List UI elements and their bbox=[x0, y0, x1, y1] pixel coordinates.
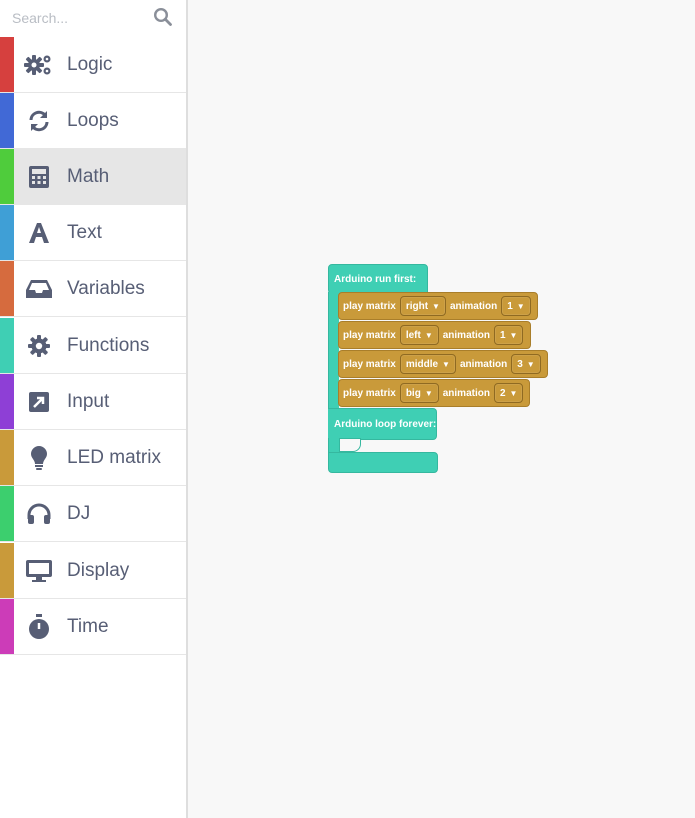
category-label: Variables bbox=[67, 278, 145, 299]
play-matrix-block[interactable]: play matrix left ▼ animation 1 ▼ bbox=[338, 321, 531, 349]
category-label: Functions bbox=[67, 335, 150, 356]
play-matrix-label: play matrix bbox=[343, 387, 396, 399]
caret-down-icon: ▼ bbox=[432, 301, 440, 311]
category-color-bar bbox=[0, 205, 14, 260]
play-matrix-label: play matrix bbox=[343, 300, 396, 312]
caret-down-icon: ▼ bbox=[424, 388, 433, 398]
category-color-bar bbox=[0, 261, 14, 316]
category-math[interactable]: Math bbox=[0, 149, 186, 205]
loop-forever-header[interactable]: Arduino loop forever: bbox=[328, 408, 437, 440]
category-label: Input bbox=[67, 391, 110, 412]
play-matrix-label: play matrix bbox=[343, 358, 396, 370]
matrix-dropdown[interactable]: big ▼ bbox=[399, 383, 439, 403]
block-footer bbox=[328, 452, 438, 473]
category-color-bar bbox=[0, 37, 14, 92]
animation-label: animation bbox=[442, 329, 490, 341]
category-time[interactable]: Time bbox=[0, 599, 186, 655]
caret-down-icon: ▼ bbox=[509, 388, 518, 398]
external-link-icon bbox=[24, 388, 54, 416]
loop-forever-label: Arduino loop forever: bbox=[334, 419, 437, 430]
toolbox-sidebar: Logic Loops Math Text bbox=[0, 0, 188, 818]
category-color-bar bbox=[0, 374, 14, 429]
category-dj[interactable]: DJ bbox=[0, 486, 186, 542]
matrix-dropdown[interactable]: middle ▼ bbox=[399, 354, 456, 374]
matrix-dropdown[interactable]: left ▼ bbox=[399, 325, 439, 345]
category-label: Display bbox=[67, 560, 130, 581]
search-icon[interactable] bbox=[153, 7, 173, 27]
desktop-icon bbox=[24, 557, 54, 585]
sync-icon bbox=[24, 107, 54, 135]
search-box bbox=[0, 0, 186, 37]
caret-down-icon: ▼ bbox=[526, 359, 535, 369]
category-text[interactable]: Text bbox=[0, 205, 186, 261]
play-matrix-label: play matrix bbox=[343, 329, 396, 341]
category-label: Text bbox=[67, 222, 102, 243]
category-input[interactable]: Input bbox=[0, 374, 186, 430]
run-first-label: Arduino run first: bbox=[334, 274, 417, 285]
category-color-bar bbox=[0, 93, 14, 148]
animation-label: animation bbox=[459, 358, 508, 370]
animation-dropdown[interactable]: 1 ▼ bbox=[493, 325, 524, 345]
caret-down-icon: ▼ bbox=[424, 330, 433, 340]
cog-icon bbox=[24, 332, 54, 360]
search-input[interactable] bbox=[12, 8, 147, 28]
category-display[interactable]: Display bbox=[0, 543, 186, 599]
category-functions[interactable]: Functions bbox=[0, 318, 186, 374]
font-icon bbox=[24, 219, 54, 247]
animation-dropdown[interactable]: 2 ▼ bbox=[493, 383, 524, 403]
play-matrix-block[interactable]: play matrix middle ▼ animation 3 ▼ bbox=[338, 350, 548, 378]
headphones-icon bbox=[24, 500, 54, 528]
category-label: Time bbox=[67, 616, 109, 637]
play-matrix-block[interactable]: play matrix big ▼ animation 2 ▼ bbox=[338, 379, 530, 407]
category-variables[interactable]: Variables bbox=[0, 261, 186, 317]
category-color-bar bbox=[0, 318, 14, 373]
animation-label: animation bbox=[449, 300, 498, 312]
animation-dropdown[interactable]: 1 ▼ bbox=[501, 296, 531, 316]
category-color-bar bbox=[0, 486, 14, 541]
inbox-icon bbox=[24, 275, 54, 303]
category-color-bar bbox=[0, 430, 14, 485]
category-color-bar bbox=[0, 599, 14, 654]
matrix-dropdown[interactable]: right ▼ bbox=[399, 296, 446, 316]
caret-down-icon: ▼ bbox=[516, 301, 525, 311]
category-color-bar bbox=[0, 543, 14, 598]
run-first-header[interactable]: Arduino run first: bbox=[328, 264, 428, 294]
category-label: DJ bbox=[67, 503, 91, 524]
category-label: Logic bbox=[67, 54, 113, 75]
category-loops[interactable]: Loops bbox=[0, 93, 186, 149]
gears-icon bbox=[24, 51, 54, 79]
animation-dropdown[interactable]: 3 ▼ bbox=[511, 354, 541, 374]
empty-statement-slot[interactable] bbox=[339, 438, 361, 452]
category-label: Math bbox=[67, 166, 110, 187]
caret-down-icon: ▼ bbox=[509, 330, 518, 340]
category-label: LED matrix bbox=[67, 447, 161, 468]
play-matrix-block[interactable]: play matrix right ▼ animation 1 ▼ bbox=[338, 292, 538, 320]
blocks-workspace[interactable]: Arduino run first: play matrix right ▼ an… bbox=[188, 0, 695, 818]
category-label: Loops bbox=[67, 110, 119, 131]
caret-down-icon: ▼ bbox=[442, 359, 450, 369]
stopwatch-icon bbox=[24, 613, 54, 641]
lightbulb-icon bbox=[24, 444, 54, 472]
animation-label: animation bbox=[442, 387, 490, 399]
calculator-icon bbox=[24, 163, 54, 191]
category-led-matrix[interactable]: LED matrix bbox=[0, 430, 186, 486]
category-color-bar bbox=[0, 149, 14, 204]
category-logic[interactable]: Logic bbox=[0, 37, 186, 93]
